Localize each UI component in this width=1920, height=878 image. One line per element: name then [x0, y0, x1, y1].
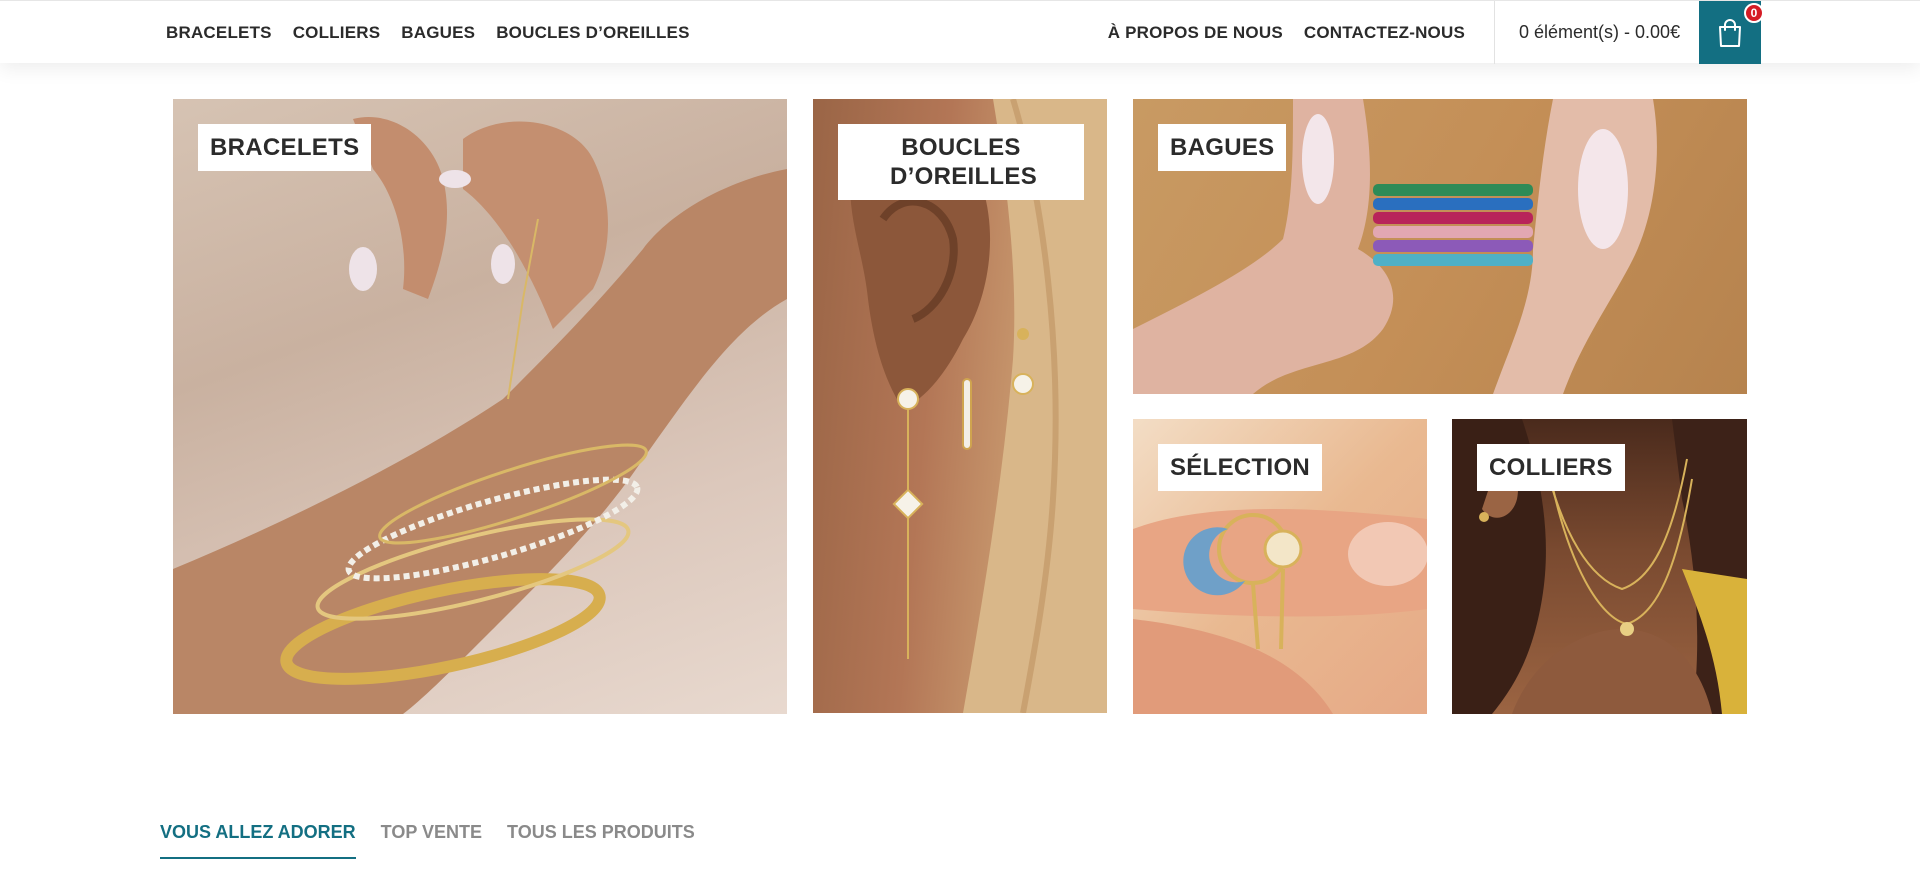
header-divider [1494, 1, 1495, 64]
nav-link-boucles-oreilles[interactable]: BOUCLES D’OREILLES [496, 23, 689, 43]
category-tile-necklaces[interactable]: COLLIERS [1452, 419, 1747, 714]
shopping-bag-icon [1719, 18, 1741, 47]
category-label: COLLIERS [1477, 444, 1625, 491]
nav-link-bracelets[interactable]: BRACELETS [166, 23, 272, 43]
product-tabs: VOUS ALLEZ ADORER TOP VENTE TOUS LES PRO… [160, 822, 695, 862]
category-tile-rings[interactable]: BAGUES [1133, 99, 1747, 394]
tab-vous-allez-adorer[interactable]: VOUS ALLEZ ADORER [160, 822, 356, 859]
site-header: BRACELETS COLLIERS BAGUES BOUCLES D’OREI… [0, 0, 1920, 64]
cart-summary[interactable]: 0 élément(s) - 0.00€ [1519, 1, 1680, 64]
main-nav: BRACELETS COLLIERS BAGUES BOUCLES D’OREI… [166, 1, 690, 64]
tab-tous-les-produits[interactable]: TOUS LES PRODUITS [507, 822, 695, 857]
category-label: BRACELETS [198, 124, 372, 171]
secondary-nav: À PROPOS DE NOUS CONTACTEZ-NOUS [1108, 1, 1465, 64]
nav-link-contact[interactable]: CONTACTEZ-NOUS [1304, 23, 1465, 43]
bracelets-photo [173, 117, 787, 714]
nav-link-colliers[interactable]: COLLIERS [293, 23, 381, 43]
category-tile-bracelets[interactable]: BRACELETS [173, 99, 787, 714]
category-tile-earrings[interactable]: BOUCLES D’OREILLES [813, 99, 1107, 713]
nav-link-about[interactable]: À PROPOS DE NOUS [1108, 23, 1283, 43]
category-label: BAGUES [1158, 124, 1287, 171]
category-tile-selection[interactable]: SÉLECTION [1133, 419, 1427, 714]
category-label: SÉLECTION [1158, 444, 1323, 491]
nav-link-bagues[interactable]: BAGUES [401, 23, 475, 43]
category-label: BOUCLES D’OREILLES [838, 124, 1084, 200]
cart-count-badge: 0 [1744, 3, 1764, 23]
tab-top-vente[interactable]: TOP VENTE [381, 822, 482, 857]
